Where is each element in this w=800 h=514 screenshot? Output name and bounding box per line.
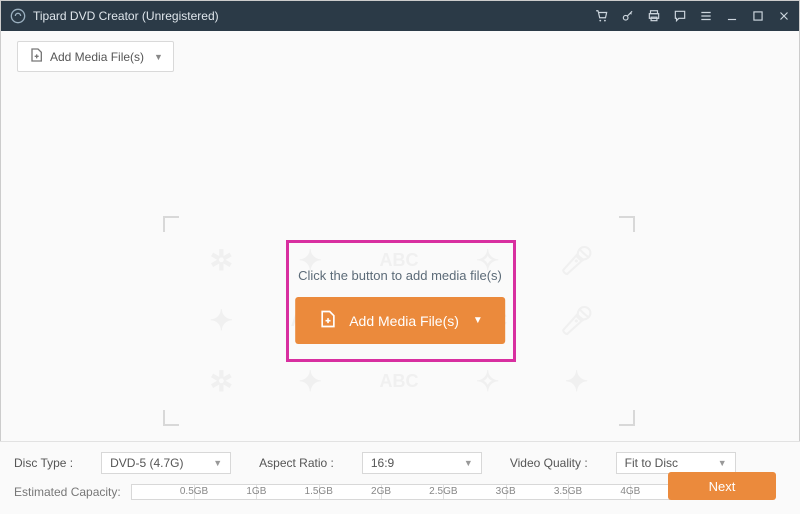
add-media-hint: Click the button to add media file(s) [295,268,505,283]
center-block: Click the button to add media file(s) Ad… [295,268,505,344]
titlebar: Tipard DVD Creator (Unregistered) [1,1,799,31]
capacity-tick-label: 3.5GB [554,486,582,497]
disc-type-label: Disc Type : [14,456,73,470]
film-reel-icon: ✲ [210,244,233,277]
minimize-icon[interactable] [725,9,739,23]
add-file-icon [28,47,44,66]
add-file-icon [317,309,337,332]
aspect-ratio-label: Aspect Ratio : [259,456,334,470]
next-button[interactable]: Next [668,472,776,500]
chevron-down-icon: ▼ [213,458,222,468]
sparkle-icon: ✦ [210,304,233,337]
film-reel-icon: ✲ [210,365,233,398]
corner-decoration [619,216,635,232]
add-media-big-label: Add Media File(s) [349,313,459,329]
chat-icon[interactable] [673,9,687,23]
menu-icon[interactable] [699,9,713,23]
sparkle-icon: ✧ [476,365,499,398]
video-quality-select[interactable]: Fit to Disc ▼ [616,452,736,474]
sparkle-icon: ✦ [565,365,588,398]
key-icon[interactable] [621,9,635,23]
mic-icon: 🎤︎ [559,244,595,277]
capacity-tick-label: 2.5GB [429,486,457,497]
disc-type-select[interactable]: DVD-5 (4.7G) ▼ [101,452,231,474]
capacity-tick-label: 3GB [496,486,516,497]
mic-icon: 🎤︎ [559,304,595,337]
video-quality-label: Video Quality : [510,456,588,470]
bottom-bar: Disc Type : DVD-5 (4.7G) ▼ Aspect Ratio … [0,441,800,514]
window-title: Tipard DVD Creator (Unregistered) [33,9,595,23]
video-quality-value: Fit to Disc [625,456,678,470]
capacity-tick-label: 1GB [246,486,266,497]
add-media-button[interactable]: Add Media File(s) ▼ [295,297,505,344]
capacity-label: Estimated Capacity: [14,485,121,499]
capacity-track: 0.5GB1GB1.5GB2GB2.5GB3GB3.5GB4GB4.5GB [131,484,756,500]
capacity-tick-label: 0.5GB [180,486,208,497]
cart-icon[interactable] [595,9,609,23]
add-media-small-label: Add Media File(s) [50,50,144,64]
capacity-tick-label: 4GB [620,486,640,497]
aspect-ratio-select[interactable]: 16:9 ▼ [362,452,482,474]
chevron-down-icon: ▼ [473,315,483,326]
aspect-ratio-value: 16:9 [371,456,394,470]
corner-decoration [619,410,635,426]
main-area: ✲✦ABC✧🎤︎ ✦ABC✧ABC🎤︎ ✲✦ABC✧✦ Click the bu… [1,82,799,422]
abc-icon: ABC [379,371,418,392]
sparkle-icon: ✦ [298,365,321,398]
corner-decoration [163,410,179,426]
maximize-icon[interactable] [751,9,765,23]
print-icon[interactable] [647,9,661,23]
corner-decoration [163,216,179,232]
capacity-tick-label: 1.5GB [305,486,333,497]
output-selectors: Disc Type : DVD-5 (4.7G) ▼ Aspect Ratio … [14,452,786,474]
toolbar: Add Media File(s) ▼ [1,31,799,82]
chevron-down-icon: ▼ [718,458,727,468]
add-media-button-small[interactable]: Add Media File(s) ▼ [17,41,174,72]
disc-type-value: DVD-5 (4.7G) [110,456,183,470]
capacity-tick-label: 2GB [371,486,391,497]
titlebar-actions [595,9,791,23]
chevron-down-icon: ▼ [154,52,163,62]
chevron-down-icon: ▼ [464,458,473,468]
app-logo-icon [9,7,27,25]
close-icon[interactable] [777,9,791,23]
